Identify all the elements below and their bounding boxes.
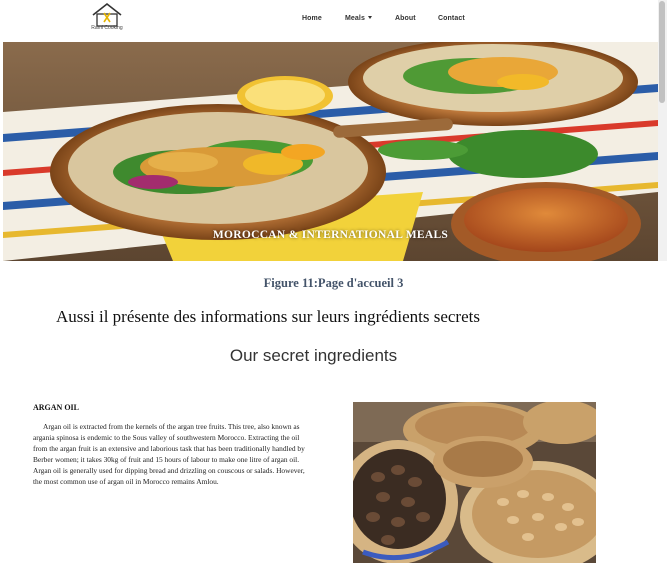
ingredient-name: ARGAN OIL bbox=[33, 403, 80, 412]
scrollbar-thumb[interactable] bbox=[659, 1, 665, 103]
argan-baskets-photo bbox=[353, 402, 596, 563]
site-logo[interactable]: Rami Cooking bbox=[89, 2, 125, 36]
carousel-prev-icon[interactable]: ‹ bbox=[49, 142, 53, 155]
figure-caption: Figure 11:Page d'accueil 3 bbox=[263, 276, 404, 290]
navbar: Rami Cooking Home Meals About Contact bbox=[3, 0, 658, 42]
logo-text: Rami Cooking bbox=[91, 25, 123, 31]
nav-about[interactable]: About bbox=[395, 15, 416, 22]
nav-home[interactable]: Home bbox=[302, 15, 322, 22]
nav-meals-label: Meals bbox=[345, 15, 365, 22]
ingredient-description: Argan oil is extracted from the kernels … bbox=[33, 422, 305, 486]
nav-contact[interactable]: Contact bbox=[438, 15, 465, 22]
intro-paragraph: Aussi il présente des informations sur l… bbox=[56, 307, 480, 326]
nav-meals[interactable]: Meals bbox=[345, 15, 372, 22]
hero-title: MOROCCAN & INTERNATIONAL MEALS bbox=[212, 229, 449, 241]
website-screenshot: Rami Cooking Home Meals About Contact ‹ … bbox=[3, 0, 658, 261]
vertical-scrollbar[interactable] bbox=[658, 0, 667, 261]
hero-carousel[interactable]: ‹ MOROCCAN & INTERNATIONAL MEALS bbox=[3, 42, 658, 261]
chevron-down-icon bbox=[367, 16, 372, 19]
ingredient-photo bbox=[353, 402, 596, 563]
section-title: Our secret ingredients bbox=[229, 346, 398, 365]
